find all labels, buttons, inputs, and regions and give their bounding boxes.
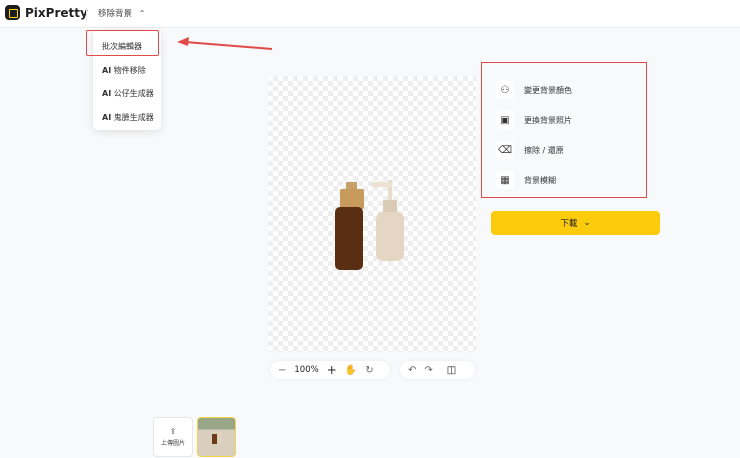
upload-image-button[interactable]: ⇪ 上傳圖片	[153, 417, 193, 457]
option-erase-restore[interactable]: ⌫ 擦除 / 還原	[496, 141, 564, 159]
logo-text: PixPretty	[25, 5, 88, 20]
compare-icon[interactable]: ◫	[447, 365, 456, 376]
option-replace-bg-photo[interactable]: ▣ 更換背景照片	[496, 111, 572, 129]
color-circles-icon: ⚇	[496, 81, 514, 99]
image-icon: ▣	[496, 111, 514, 129]
menu-item-object-removal[interactable]: AI 物件移除	[102, 65, 146, 76]
menu-item-figure-generator[interactable]: AI 公仔生成器	[102, 88, 154, 99]
logo-icon	[5, 5, 20, 20]
chevron-down-icon: ⌄	[583, 218, 591, 228]
highlight-box	[86, 30, 159, 56]
thumbnail-image	[212, 432, 222, 444]
history-toolbar: ↶ ↷ ◫	[400, 361, 475, 379]
menu-item-face-generator[interactable]: AI 鬼臉生成器	[102, 112, 154, 123]
image-thumbnail[interactable]	[197, 417, 236, 457]
option-change-bg-color[interactable]: ⚇ 變更背景顏色	[496, 81, 572, 99]
chevron-up-icon: ⌃	[138, 9, 146, 18]
option-bg-blur[interactable]: ▦ 背景模糊	[496, 171, 556, 189]
upload-icon: ⇪	[169, 427, 177, 436]
menu-label: 移除背景	[98, 9, 133, 19]
zoom-toolbar: − 100% + ✋ ↻	[270, 361, 390, 379]
logo[interactable]: PixPretty	[5, 5, 88, 20]
eraser-icon: ⌫	[496, 141, 514, 159]
hand-icon[interactable]: ✋	[345, 365, 357, 376]
divider	[86, 8, 87, 21]
product-image	[335, 180, 404, 270]
download-button[interactable]: 下載 ⌄	[491, 211, 660, 235]
zoom-in-button[interactable]: +	[327, 363, 337, 377]
reset-icon[interactable]: ↻	[365, 365, 373, 376]
redo-icon[interactable]: ↷	[424, 365, 432, 376]
undo-icon[interactable]: ↶	[408, 365, 416, 376]
edit-options-panel: ⚇ 變更背景顏色 ▣ 更換背景照片 ⌫ 擦除 / 還原 ▦ 背景模糊	[481, 62, 647, 198]
top-bar: PixPretty 移除背景 ⌃	[0, 0, 740, 28]
blur-grid-icon: ▦	[496, 171, 514, 189]
zoom-out-button[interactable]: −	[278, 365, 286, 376]
zoom-level: 100%	[294, 365, 319, 375]
image-canvas[interactable]	[268, 76, 476, 352]
annotation-arrow	[177, 37, 273, 50]
remove-background-menu[interactable]: 移除背景 ⌃	[98, 7, 145, 19]
